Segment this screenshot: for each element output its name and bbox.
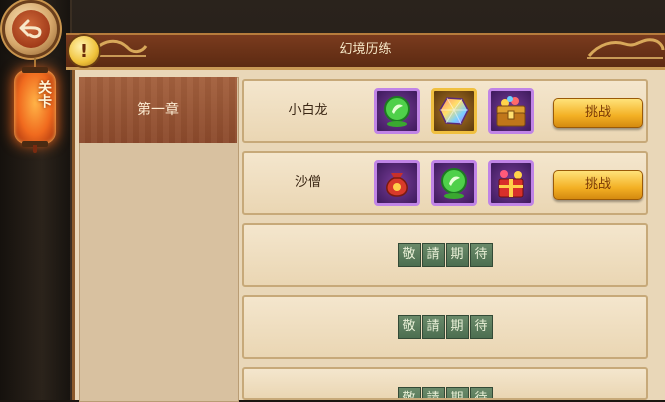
lantern-cap [22, 67, 48, 73]
coming-soon-plate: 敬 請 期 待 [244, 379, 646, 398]
challenge-button[interactable]: 挑战 [553, 170, 643, 200]
treasure-chest-icon[interactable] [488, 88, 534, 134]
stage-row: 小白龙 挑战 [242, 79, 648, 143]
back-button[interactable] [5, 3, 57, 55]
coming-soon-char: 請 [421, 315, 445, 339]
challenge-button[interactable]: 挑战 [553, 98, 643, 128]
chapter-label: 第一章 [137, 102, 179, 118]
stage-name: 小白龙 [288, 103, 328, 118]
coming-soon-char: 待 [469, 315, 493, 339]
info-icon[interactable]: ! [69, 36, 99, 66]
coming-soon-char: 請 [421, 243, 445, 267]
left-rail [0, 0, 72, 400]
coming-soon-row: 敬 請 期 待 [242, 295, 648, 359]
coming-soon-char: 期 [445, 387, 469, 398]
coming-soon-char: 敬 [397, 387, 421, 398]
coming-soon-char: 待 [469, 387, 493, 398]
stage-row: 沙僧 挑战 [242, 151, 648, 215]
tab-stages[interactable]: 关卡 [14, 67, 56, 147]
gift-box-icon[interactable] [488, 160, 534, 206]
tab-stages-label: 关卡 [36, 80, 52, 108]
green-orb-icon[interactable] [431, 160, 477, 206]
back-arrow-icon [12, 10, 50, 48]
coming-soon-char: 期 [445, 243, 469, 267]
page-title: 幻境历练 [339, 42, 392, 57]
chapter-item-1[interactable]: 第一章 [79, 77, 237, 143]
coming-soon-char: 敬 [397, 243, 421, 267]
red-pouch-icon[interactable] [374, 160, 420, 206]
stage-name: 沙僧 [294, 175, 321, 190]
coming-soon-plate: 敬 請 期 待 [244, 297, 646, 357]
title-bar: 幻境历练 [66, 33, 665, 70]
coming-soon-row: 敬 請 期 待 [242, 223, 648, 287]
coming-soon-char: 請 [421, 387, 445, 398]
green-orb-icon[interactable] [374, 88, 420, 134]
coming-soon-plate: 敬 請 期 待 [244, 225, 646, 285]
coming-soon-char: 敬 [397, 315, 421, 339]
coming-soon-row: 敬 請 期 待 [242, 367, 648, 400]
coming-soon-char: 待 [469, 243, 493, 267]
lantern-tassel [33, 145, 37, 153]
coming-soon-char: 期 [445, 315, 469, 339]
ornament-right [587, 38, 665, 59]
rainbow-gem-icon[interactable] [431, 88, 477, 134]
